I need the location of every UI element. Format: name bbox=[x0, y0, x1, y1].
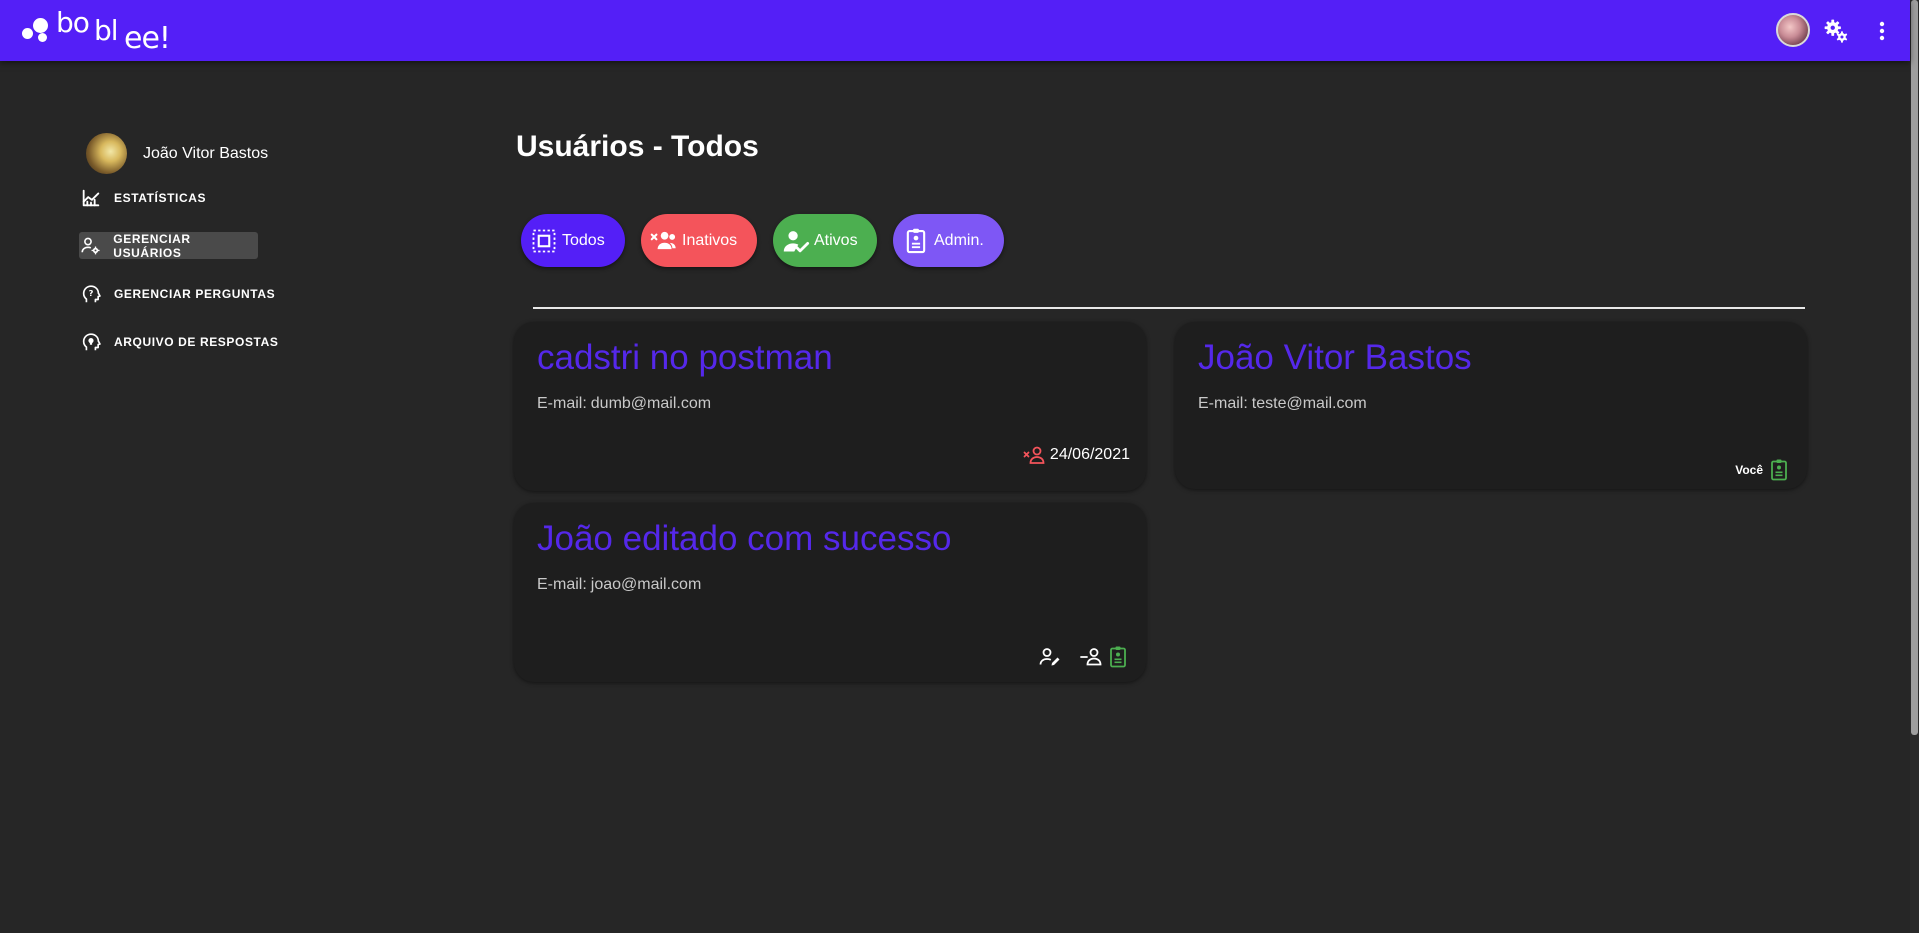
sidebar-item-label: ARQUIVO DE RESPOSTAS bbox=[114, 334, 279, 349]
sidebar-item-label: ESTATÍSTICAS bbox=[114, 190, 207, 205]
user-card-footer bbox=[1038, 645, 1130, 669]
badge-icon bbox=[1771, 459, 1787, 481]
sidebar-item-manage-users[interactable]: GERENCIAR USUÁRIOS bbox=[79, 231, 258, 260]
logo-text-2: bl bbox=[94, 14, 119, 47]
filter-chip-active[interactable]: Ativos bbox=[773, 214, 877, 267]
user-card-date: 24/06/2021 bbox=[1049, 446, 1130, 463]
head-question-icon: ? bbox=[82, 284, 101, 302]
email-label: E-mail: bbox=[1198, 395, 1248, 412]
stats-chart-icon bbox=[82, 189, 100, 206]
head-bulb-icon bbox=[82, 332, 101, 350]
divider bbox=[533, 307, 1805, 309]
svg-text:?: ? bbox=[89, 287, 94, 297]
logo-dot-small bbox=[22, 28, 33, 39]
filter-chip-admin[interactable]: Admin. bbox=[893, 214, 1004, 267]
avatar bbox=[86, 133, 127, 174]
sidebar-item-manage-questions[interactable]: ? GERENCIAR PERGUNTAS bbox=[79, 280, 275, 307]
user-card-email: E-mail: dumb@mail.com bbox=[537, 395, 711, 413]
user-card[interactable]: João Vitor Bastos E-mail: teste@mail.com… bbox=[1175, 322, 1807, 489]
user-card-name: cadstri no postman bbox=[537, 338, 833, 377]
account-avatar[interactable] bbox=[1776, 13, 1810, 47]
person-remove-icon[interactable] bbox=[1023, 443, 1047, 467]
email-label: E-mail: bbox=[537, 395, 587, 412]
remove-user-icon[interactable] bbox=[1080, 645, 1104, 669]
more-vert-icon[interactable] bbox=[1870, 19, 1894, 43]
gears-icon[interactable] bbox=[1823, 18, 1849, 44]
person-check-icon bbox=[783, 230, 810, 252]
filter-chip-label: Ativos bbox=[814, 231, 858, 249]
sidebar-item-answers-archive[interactable]: ARQUIVO DE RESPOSTAS bbox=[79, 328, 278, 355]
logo-dot-medium bbox=[33, 18, 48, 33]
email-label: E-mail: bbox=[537, 576, 587, 593]
scrollbar-thumb[interactable] bbox=[1911, 0, 1918, 735]
page-title: Usuários - Todos bbox=[516, 130, 759, 163]
user-card-name: João Vitor Bastos bbox=[1198, 338, 1472, 377]
user-card[interactable]: João editado com sucesso E-mail: joao@ma… bbox=[514, 503, 1146, 682]
user-card[interactable]: cadstri no postman E-mail: dumb@mail.com… bbox=[514, 322, 1146, 491]
user-card-name: João editado com sucesso bbox=[537, 519, 952, 558]
filter-chip-inactive[interactable]: Inativos bbox=[641, 214, 757, 267]
badge-icon[interactable] bbox=[1106, 645, 1130, 669]
sidebar-item-statistics[interactable]: ESTATÍSTICAS bbox=[79, 184, 206, 211]
sidebar-item-label: GERENCIAR USUÁRIOS bbox=[113, 231, 191, 260]
group-remove-icon bbox=[650, 231, 676, 249]
sidebar-user-name: João Vitor Bastos bbox=[143, 144, 269, 162]
filter-chip-label: Todos bbox=[562, 231, 605, 249]
manage-users-icon bbox=[81, 237, 100, 254]
email-value: joao@mail.com bbox=[590, 576, 702, 593]
filter-chip-label: Admin. bbox=[934, 231, 984, 249]
email-value: dumb@mail.com bbox=[590, 395, 712, 412]
user-card-footer: Você bbox=[1735, 458, 1791, 482]
sidebar-user: João Vitor Bastos bbox=[86, 133, 268, 174]
sidebar-item-label: GERENCIAR PERGUNTAS bbox=[114, 286, 276, 301]
logo-text-1: bo bbox=[56, 6, 90, 39]
user-card-footer: 24/06/2021 bbox=[1023, 443, 1130, 467]
badge-icon bbox=[906, 228, 926, 253]
logo-dot-tiny bbox=[38, 33, 47, 42]
select-all-icon bbox=[532, 229, 556, 252]
filter-chip-label: Inativos bbox=[682, 231, 738, 249]
you-badge: Você bbox=[1735, 463, 1763, 477]
logo-text-3: ee! bbox=[124, 21, 171, 56]
user-card-email: E-mail: joao@mail.com bbox=[537, 576, 701, 594]
filter-chip-all[interactable]: Todos bbox=[521, 214, 625, 267]
user-card-email: E-mail: teste@mail.com bbox=[1198, 395, 1367, 413]
email-value: teste@mail.com bbox=[1251, 395, 1367, 412]
brand-logo[interactable]: bo bl ee! bbox=[20, 6, 180, 56]
edit-user-icon[interactable] bbox=[1038, 645, 1062, 669]
top-app-bar: bo bl ee! bbox=[0, 0, 1910, 61]
